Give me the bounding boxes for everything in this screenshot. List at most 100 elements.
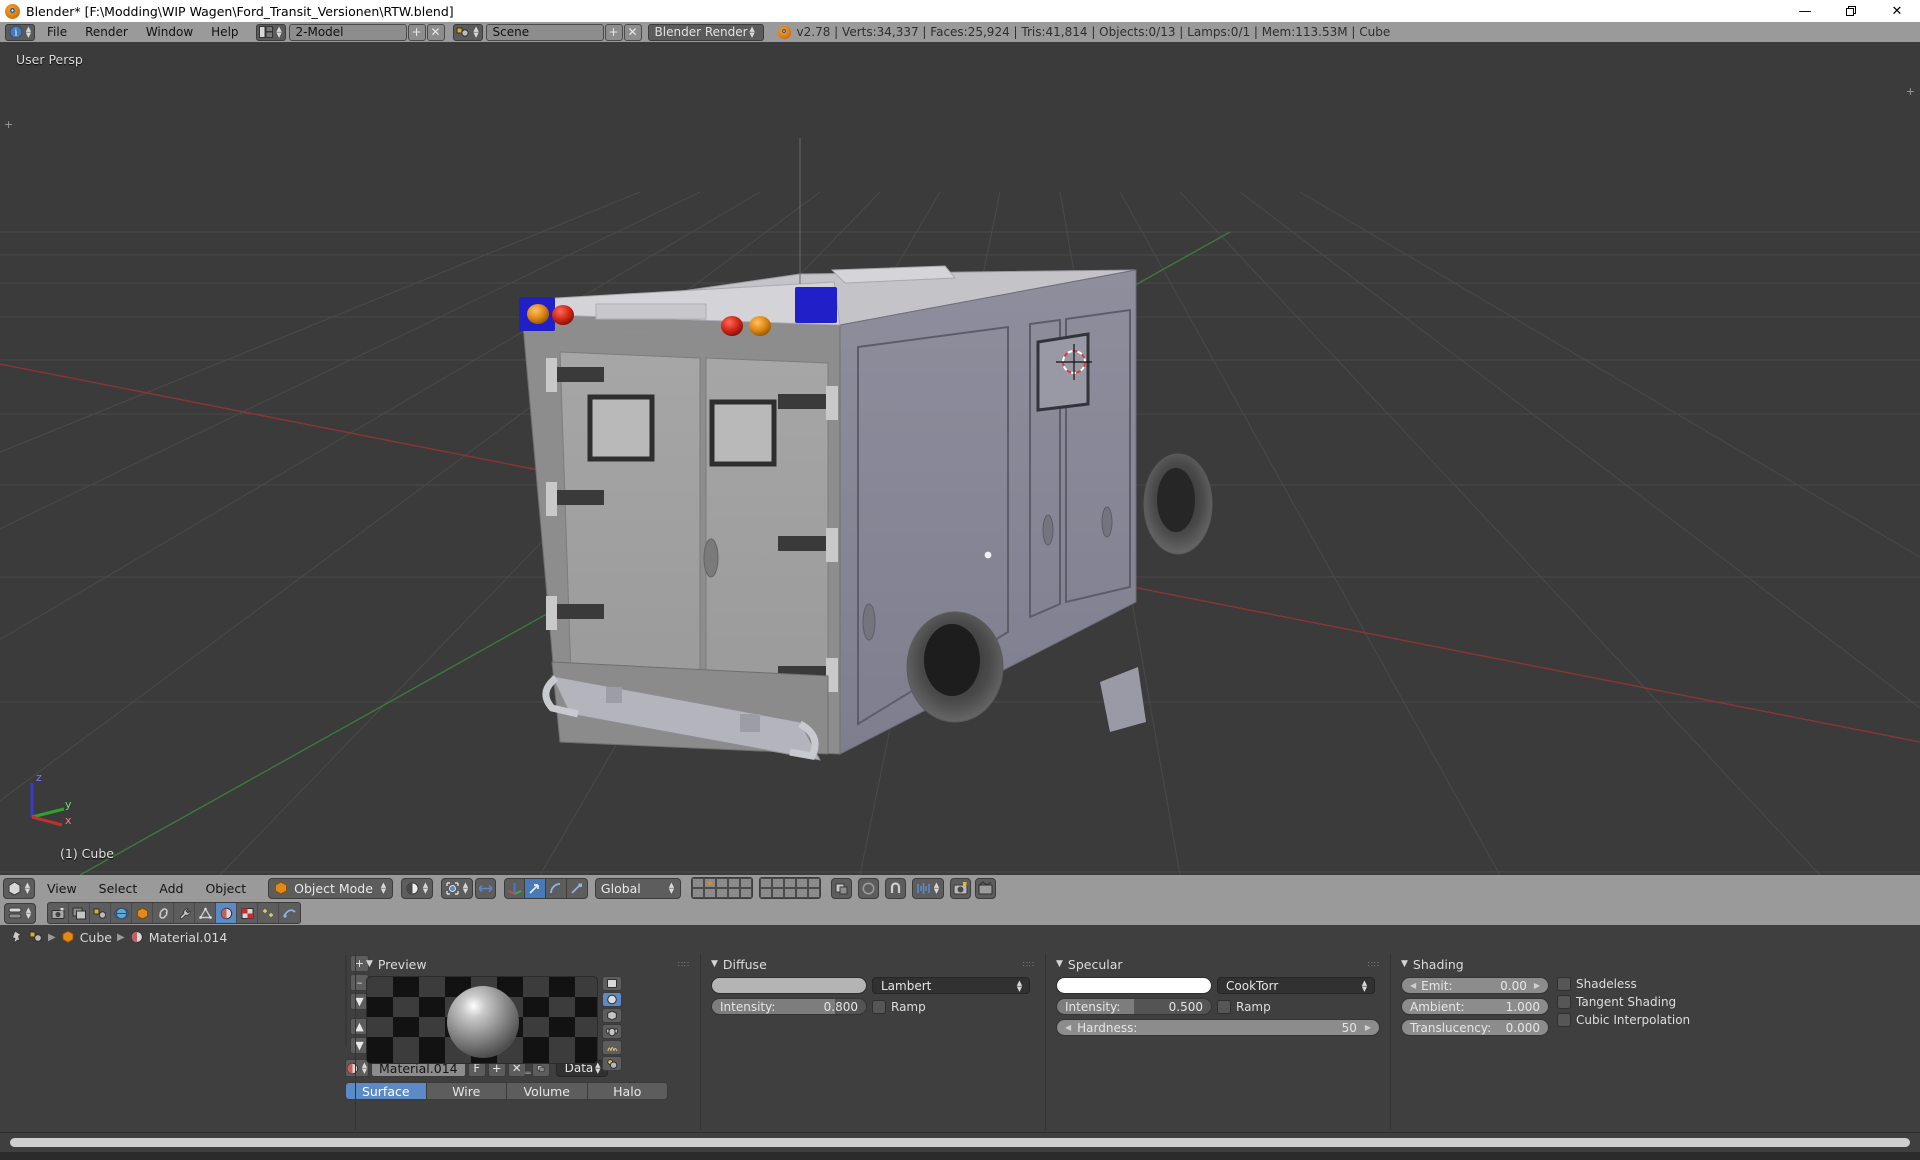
- breadcrumb-material-label[interactable]: Material.014: [149, 930, 228, 945]
- render-engine-spinner[interactable]: ▲ ▼: [748, 25, 757, 40]
- material-preview-canvas[interactable]: [366, 976, 598, 1064]
- properties-tab-particles[interactable]: [258, 903, 279, 923]
- pivot-point-selector[interactable]: ▲ ▼: [440, 877, 473, 899]
- decrement-arrow-icon[interactable]: ◀: [1410, 981, 1416, 990]
- properties-tab-modifiers[interactable]: [174, 903, 195, 923]
- manipulator-toggle-button[interactable]: [503, 877, 525, 899]
- diffuse-shader-spinner[interactable]: ▲ ▼: [1015, 978, 1024, 993]
- properties-tab-scene[interactable]: [90, 903, 111, 923]
- scene-layers-group-2[interactable]: [758, 877, 821, 899]
- properties-tab-world[interactable]: [111, 903, 132, 923]
- preview-resize-grip[interactable]: ═: [366, 1069, 690, 1079]
- viewport-shading-selector[interactable]: ▲ ▼: [400, 877, 433, 899]
- delete-screen-layout-button[interactable]: ✕: [426, 23, 445, 41]
- diffuse-intensity-slider[interactable]: Intensity: 0.800: [711, 998, 867, 1015]
- list-resize-grip[interactable]: ═: [345, 1038, 347, 1043]
- menu-select[interactable]: Select: [89, 878, 148, 899]
- scene-icon-box[interactable]: ▲ ▼: [452, 23, 483, 41]
- pivot-point-spinner[interactable]: ▲ ▼: [461, 881, 470, 896]
- material-slot-item[interactable]: Material.015: [346, 1020, 347, 1036]
- properties-editor-spinner[interactable]: ▲ ▼: [24, 906, 33, 921]
- layer-cell[interactable]: [771, 888, 784, 898]
- properties-tab-object[interactable]: [132, 903, 153, 923]
- layer-cell[interactable]: [739, 878, 752, 888]
- layer-cell[interactable]: [739, 888, 752, 898]
- menu-view[interactable]: View: [37, 878, 87, 899]
- specular-shader-selector[interactable]: CookTorr ▲ ▼: [1217, 977, 1375, 994]
- layer-cell[interactable]: [795, 878, 808, 888]
- screen-layout-spinner[interactable]: ▲ ▼: [275, 25, 284, 40]
- pin-icon[interactable]: [10, 930, 24, 944]
- scene-name-field[interactable]: Scene: [485, 23, 604, 41]
- properties-tab-texture[interactable]: [237, 903, 258, 923]
- properties-tab-physics[interactable]: [279, 903, 300, 923]
- close-button[interactable]: ✕: [1874, 0, 1920, 22]
- properties-tab-render-layers[interactable]: [69, 903, 90, 923]
- proportional-editing-button[interactable]: [857, 877, 879, 899]
- delete-scene-button[interactable]: ✕: [623, 23, 642, 41]
- properties-tab-render[interactable]: [48, 903, 69, 923]
- scene-breadcrumb-icon[interactable]: [29, 930, 43, 944]
- layer-cell[interactable]: [727, 888, 740, 898]
- material-type-surface[interactable]: Surface: [345, 1082, 427, 1100]
- toolshelf-expand-handle[interactable]: +: [4, 118, 13, 131]
- opengl-render-animation-button[interactable]: [974, 877, 996, 899]
- properties-tab-constraints[interactable]: [153, 903, 174, 923]
- scene-layers-group-1[interactable]: [690, 877, 753, 899]
- editor-type-selector-info[interactable]: i ▲ ▼: [5, 23, 35, 41]
- shading-panel-header[interactable]: ▼ Shading: [1401, 955, 1910, 973]
- material-type-volume[interactable]: Volume: [507, 1082, 588, 1100]
- transform-orientation-selector[interactable]: Global ▲ ▼: [594, 877, 681, 899]
- snap-toggle-button[interactable]: [884, 877, 906, 899]
- 3d-viewport[interactable]: User Persp (1) Cube z y x + +: [0, 42, 1920, 875]
- manipulator-rotate-button[interactable]: [545, 877, 567, 899]
- preview-flat-button[interactable]: [602, 976, 622, 991]
- diffuse-color-swatch[interactable]: [711, 977, 867, 994]
- layer-cell[interactable]: [795, 888, 808, 898]
- interaction-mode-selector[interactable]: Object Mode ▲ ▼: [268, 877, 393, 899]
- menu-render[interactable]: Render: [76, 23, 137, 41]
- transform-orientation-spinner[interactable]: ▲ ▼: [667, 881, 676, 896]
- viewport-shading-spinner[interactable]: ▲ ▼: [421, 881, 430, 896]
- material-slot-item[interactable]: Material.019: [346, 972, 347, 988]
- layer-cell[interactable]: [715, 888, 728, 898]
- properties-tab-object-data[interactable]: [195, 903, 216, 923]
- scene-spinner[interactable]: ▲ ▼: [472, 25, 481, 40]
- layer-cell[interactable]: [771, 878, 784, 888]
- layer-cell[interactable]: [691, 878, 704, 888]
- menu-help[interactable]: Help: [202, 23, 247, 41]
- snap-element-spinner[interactable]: ▲ ▼: [932, 881, 941, 896]
- panel-drag-grip[interactable]: ∷∷: [1368, 960, 1380, 968]
- render-engine-selector[interactable]: Blender Render ▲ ▼: [647, 23, 764, 41]
- layer-cell[interactable]: [703, 888, 716, 898]
- collapse-triangle-icon[interactable]: ▼: [1401, 959, 1408, 969]
- preview-sphere-button[interactable]: [602, 992, 622, 1007]
- lock-camera-to-view-button[interactable]: [830, 877, 852, 899]
- snap-element-selector[interactable]: ▲ ▼: [911, 877, 944, 899]
- specular-panel-header[interactable]: ▼ Specular ∷∷: [1056, 955, 1380, 973]
- collapse-triangle-icon[interactable]: ▼: [366, 959, 373, 969]
- shadeless-checkbox[interactable]: [1557, 977, 1571, 991]
- layer-cell[interactable]: [691, 888, 704, 898]
- layer-cell[interactable]: [759, 878, 772, 888]
- manipulator-scale-button[interactable]: [566, 877, 588, 899]
- editor-type-spinner[interactable]: ▲ ▼: [24, 25, 33, 40]
- diffuse-ramp-checkbox[interactable]: [872, 999, 886, 1014]
- material-slot-item[interactable]: Material.014: [346, 956, 347, 972]
- menu-object[interactable]: Object: [195, 878, 256, 899]
- increment-arrow-icon[interactable]: ▶: [1534, 981, 1540, 990]
- layer-cell[interactable]: [783, 888, 796, 898]
- properties-tab-material[interactable]: [216, 903, 237, 923]
- specular-hardness-slider[interactable]: ◀ Hardness: 50 ▶: [1056, 1019, 1380, 1036]
- emit-slider[interactable]: ◀ Emit: 0.00 ▶: [1401, 977, 1549, 994]
- material-slot-list[interactable]: Material.014 Material.019 Material.010 M…: [345, 955, 347, 1047]
- cubic-interpolation-checkbox[interactable]: [1557, 1013, 1571, 1027]
- opengl-render-image-button[interactable]: [949, 877, 971, 899]
- panel-drag-grip[interactable]: ∷∷: [678, 960, 690, 968]
- menu-file[interactable]: File: [38, 23, 76, 41]
- specular-shader-spinner[interactable]: ▲ ▼: [1360, 978, 1369, 993]
- screen-layout-icon-box[interactable]: ▲ ▼: [255, 23, 286, 41]
- view3d-editor-spinner[interactable]: ▲ ▼: [23, 881, 32, 896]
- preview-sphere-sky-button[interactable]: [602, 1056, 622, 1071]
- translucency-slider[interactable]: Translucency: 0.000: [1401, 1019, 1549, 1036]
